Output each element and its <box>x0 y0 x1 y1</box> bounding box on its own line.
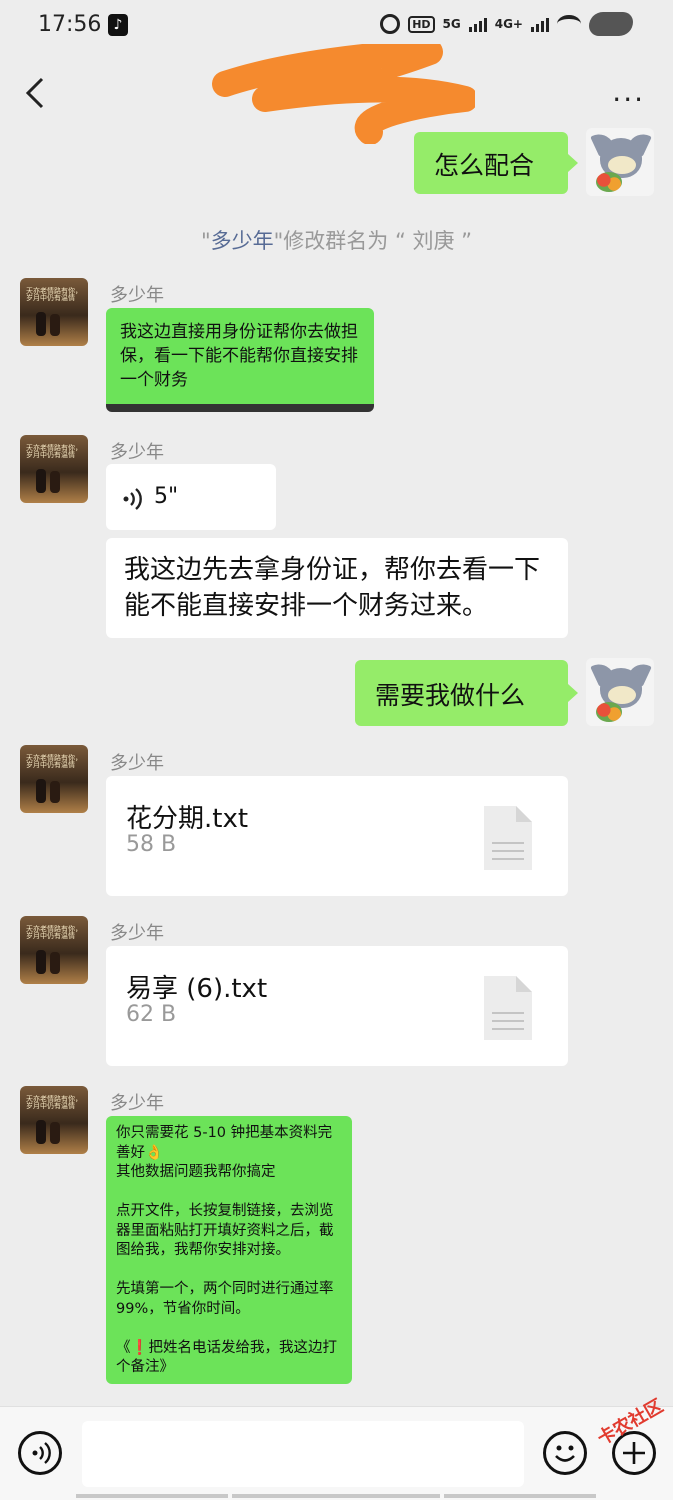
watermark: 卡农社区 <box>572 1395 672 1480</box>
more-options-button[interactable]: ... <box>612 78 645 106</box>
file-name: 易享 (6).txt <box>126 974 268 1004</box>
sender-name: 多少年 <box>110 442 164 463</box>
text-file-icon <box>484 806 532 870</box>
avatar-duoshaonian[interactable]: 天亦老情路有你，岁月中仍有温情 <box>20 916 88 984</box>
voice-duration: 5" <box>154 484 179 509</box>
signal-icon <box>468 16 487 32</box>
back-button[interactable] <box>22 76 52 110</box>
hd-icon: HD <box>408 15 435 33</box>
sender-name: 多少年 <box>110 285 164 306</box>
battery-icon <box>589 12 633 36</box>
voice-transcript-bubble[interactable]: 我这边先去拿身份证，帮你去看一下能不能直接安排一个财务过来。 <box>106 538 568 638</box>
message-bubble-self[interactable]: 需要我做什么 <box>355 660 568 726</box>
text-file-icon <box>484 976 532 1040</box>
message-text: 你只需要花 5-10 钟把基本资料完善好👌 其他数据问题我帮你搞定 点开文件，长… <box>116 1125 338 1375</box>
voice-message-bubble[interactable]: 5" <box>106 464 276 530</box>
network-4g-label: 4G+ <box>494 17 523 31</box>
wifi-icon <box>557 15 581 33</box>
avatar-self[interactable] <box>586 658 654 726</box>
file-message-card[interactable]: 易享 (6).txt 62 B <box>106 946 568 1066</box>
avatar-duoshaonian[interactable]: 天亦老情路有你，岁月中仍有温情 <box>20 435 88 503</box>
watermark-text: 卡农社区 <box>594 1395 667 1450</box>
file-name: 花分期.txt <box>126 804 249 834</box>
sender-name: 多少年 <box>110 753 164 774</box>
avatar-duoshaonian[interactable]: 天亦老情路有你，岁月中仍有温情 <box>20 1086 88 1154</box>
avatar-self[interactable] <box>586 128 654 196</box>
file-message-card[interactable]: 花分期.txt 58 B <box>106 776 568 896</box>
status-icons: HD 5G 4G+ <box>380 12 633 36</box>
voice-input-button[interactable] <box>18 1431 62 1475</box>
file-size: 58 B <box>126 832 177 857</box>
voice-wave-icon <box>123 488 142 510</box>
system-rename-notice: "多少年"修改群名为 “ 刘庚 ” <box>200 229 473 253</box>
avatar-duoshaonian[interactable]: 天亦老情路有你，岁月中仍有温情 <box>20 745 88 813</box>
message-bubble[interactable]: 我这边直接用身份证帮你去做担保，看一下能不能帮你直接安排一个财务 <box>106 308 374 412</box>
voice-wave-icon <box>32 1442 51 1464</box>
sender-name: 多少年 <box>110 923 164 944</box>
status-time: 17:56 <box>38 12 102 37</box>
avatar-duoshaonian[interactable]: 天亦老情路有你，岁月中仍有温情 <box>20 278 88 346</box>
signal-icon-2 <box>531 16 549 32</box>
message-text: 我这边直接用身份证帮你去做担保，看一下能不能帮你直接安排一个财务 <box>120 322 358 390</box>
transcript-text: 我这边先去拿身份证，帮你去看一下能不能直接安排一个财务过来。 <box>124 555 541 621</box>
nav-handle <box>232 1494 440 1498</box>
file-size: 62 B <box>126 1002 177 1027</box>
network-5g-label: 5G <box>442 17 461 31</box>
nav-handle <box>76 1494 228 1498</box>
message-input[interactable] <box>82 1421 524 1487</box>
tiktok-notification-icon: ♪ <box>108 14 128 36</box>
sender-name: 多少年 <box>110 1093 164 1114</box>
system-user-name[interactable]: 多少年 <box>211 229 274 253</box>
nav-handle <box>444 1494 596 1498</box>
message-text: 需要我做什么 <box>375 681 526 710</box>
chevron-left-icon <box>25 77 44 109</box>
alarm-icon <box>380 14 401 34</box>
message-text: 怎么配合 <box>434 151 535 180</box>
message-bubble-self[interactable]: 怎么配合 <box>414 132 568 194</box>
message-bubble[interactable]: 你只需要花 5-10 钟把基本资料完善好👌 其他数据问题我帮你搞定 点开文件，长… <box>106 1116 352 1384</box>
chat-header: ... <box>0 44 673 144</box>
redaction-scribble <box>212 44 475 144</box>
bubble-tail <box>568 684 578 702</box>
bubble-tail <box>568 154 578 172</box>
